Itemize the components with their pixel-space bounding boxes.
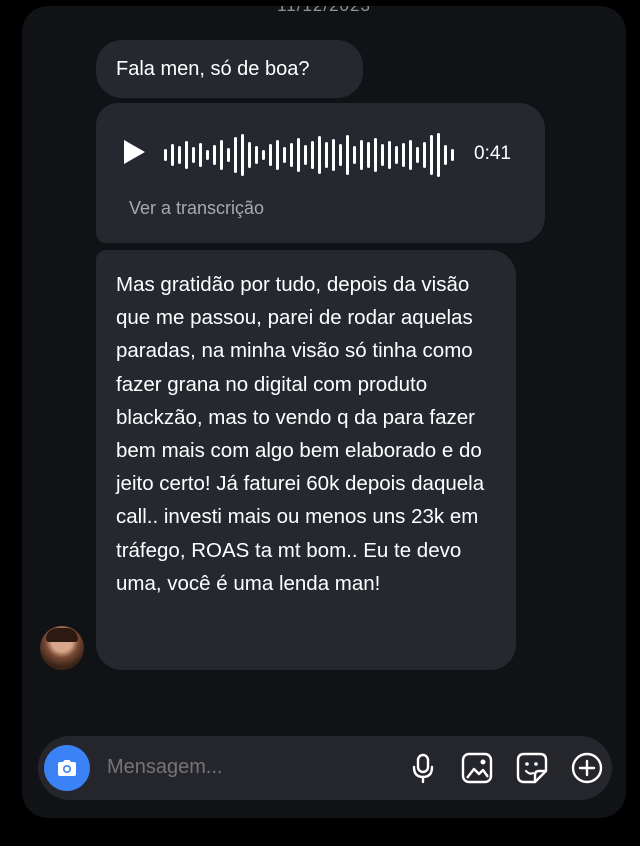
waveform-bar bbox=[346, 135, 349, 175]
waveform-bar bbox=[185, 141, 188, 169]
gallery-button[interactable] bbox=[459, 750, 495, 786]
sticker-icon bbox=[516, 752, 548, 784]
waveform-bar bbox=[304, 145, 307, 165]
voice-message-bubble: 0:41 Ver a transcrição bbox=[96, 103, 545, 243]
plus-icon bbox=[571, 752, 603, 784]
waveform-bar bbox=[367, 142, 370, 168]
message-bubble-long[interactable]: Mas gratidão por tudo, depois da visão q… bbox=[96, 250, 516, 670]
play-icon[interactable] bbox=[124, 140, 145, 164]
message-composer bbox=[38, 736, 612, 800]
avatar[interactable] bbox=[40, 626, 84, 670]
waveform-bar bbox=[178, 146, 181, 164]
more-button[interactable] bbox=[569, 750, 605, 786]
waveform-bar bbox=[269, 144, 272, 166]
waveform-bar bbox=[241, 134, 244, 176]
waveform-bar bbox=[423, 142, 426, 168]
message-input[interactable] bbox=[107, 756, 367, 779]
waveform-bar bbox=[402, 143, 405, 167]
microphone-icon bbox=[412, 753, 434, 784]
waveform-bar bbox=[171, 144, 174, 166]
gallery-icon bbox=[461, 752, 493, 784]
waveform-bar bbox=[262, 150, 265, 160]
waveform-bar bbox=[437, 133, 440, 177]
waveform-bar bbox=[374, 138, 377, 172]
waveform-bar bbox=[381, 144, 384, 166]
waveform-bar bbox=[213, 145, 216, 165]
waveform-bar bbox=[325, 142, 328, 168]
waveform-bar bbox=[234, 137, 237, 173]
camera-icon bbox=[58, 760, 76, 776]
waveform-bar bbox=[332, 139, 335, 171]
date-separator: 11/12/2023 bbox=[22, 6, 626, 16]
waveform-bar bbox=[430, 135, 433, 175]
waveform-bar bbox=[276, 140, 279, 170]
avatar-hair bbox=[46, 628, 78, 642]
waveform-bar bbox=[255, 146, 258, 164]
chat-screen: 11/12/2023 Fala men, só de boa? 0:41 Ver… bbox=[22, 6, 626, 818]
waveform-bar bbox=[297, 138, 300, 172]
waveform-bar bbox=[416, 147, 419, 163]
message-text: Fala men, só de boa? bbox=[116, 58, 310, 80]
waveform-bar bbox=[248, 142, 251, 168]
waveform-bar bbox=[451, 149, 454, 161]
microphone-button[interactable] bbox=[405, 750, 441, 786]
waveform-bar bbox=[206, 150, 209, 160]
message-text: Mas gratidão por tudo, depois da visão q… bbox=[116, 273, 485, 595]
waveform-bar bbox=[360, 140, 363, 170]
waveform-bar bbox=[227, 148, 230, 162]
waveform-bar bbox=[199, 143, 202, 167]
waveform-bar bbox=[220, 140, 223, 170]
waveform-bar bbox=[409, 140, 412, 170]
waveform-bar bbox=[388, 141, 391, 169]
waveform-bar bbox=[283, 147, 286, 163]
waveform-bar bbox=[311, 141, 314, 169]
waveform-bar bbox=[395, 146, 398, 164]
camera-button[interactable] bbox=[44, 745, 90, 791]
audio-duration: 0:41 bbox=[474, 143, 511, 164]
message-bubble-greeting[interactable]: Fala men, só de boa? bbox=[96, 40, 363, 98]
waveform-bar bbox=[192, 147, 195, 163]
view-transcript-link[interactable]: Ver a transcrição bbox=[129, 198, 264, 219]
waveform-bar bbox=[318, 136, 321, 174]
waveform-bar bbox=[290, 143, 293, 167]
sticker-button[interactable] bbox=[514, 750, 550, 786]
waveform-bar bbox=[339, 144, 342, 166]
waveform-bar bbox=[444, 145, 447, 165]
waveform-bar bbox=[164, 149, 167, 161]
audio-waveform[interactable] bbox=[164, 125, 464, 185]
waveform-bar bbox=[353, 146, 356, 164]
